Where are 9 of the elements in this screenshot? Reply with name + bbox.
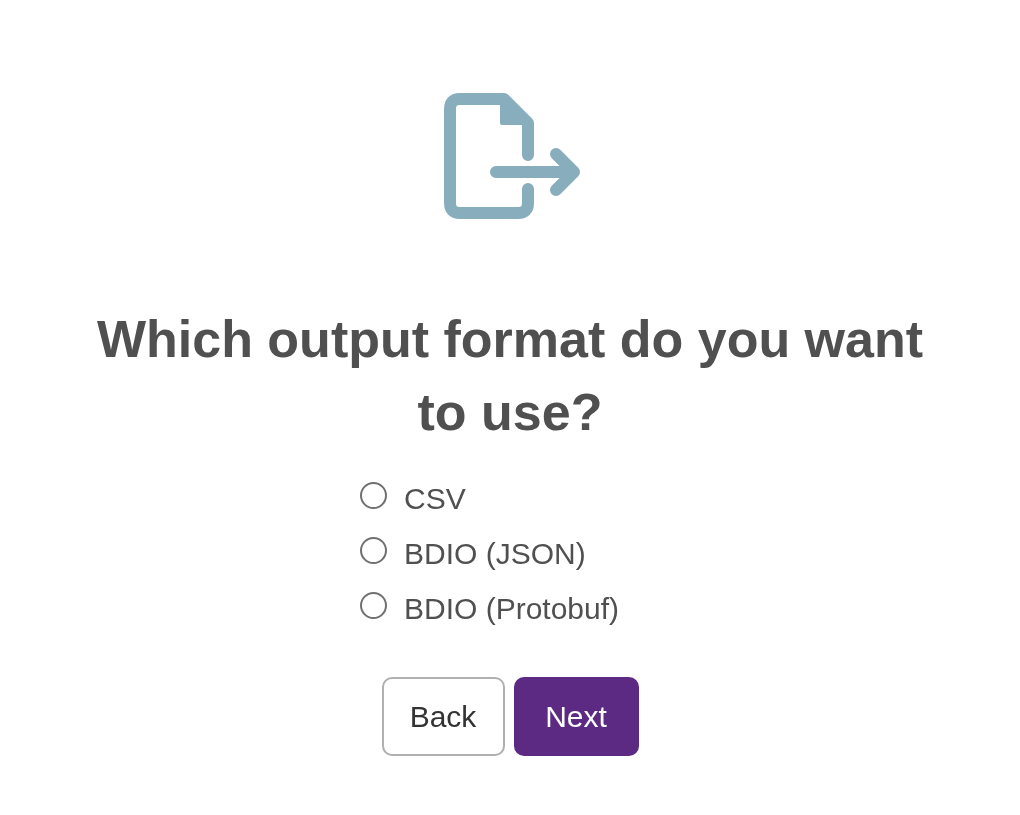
- radio-button[interactable]: [360, 481, 387, 509]
- option-label[interactable]: BDIO (JSON): [404, 534, 586, 574]
- question-heading: Which output format do you want to use?: [95, 309, 925, 443]
- radio-button[interactable]: [360, 591, 387, 619]
- back-button[interactable]: Back: [381, 677, 505, 756]
- next-button[interactable]: Next: [513, 677, 639, 756]
- option-label[interactable]: CSV: [404, 479, 466, 519]
- option-label[interactable]: BDIO (Protobuf): [404, 589, 620, 629]
- radio-button[interactable]: [360, 536, 387, 564]
